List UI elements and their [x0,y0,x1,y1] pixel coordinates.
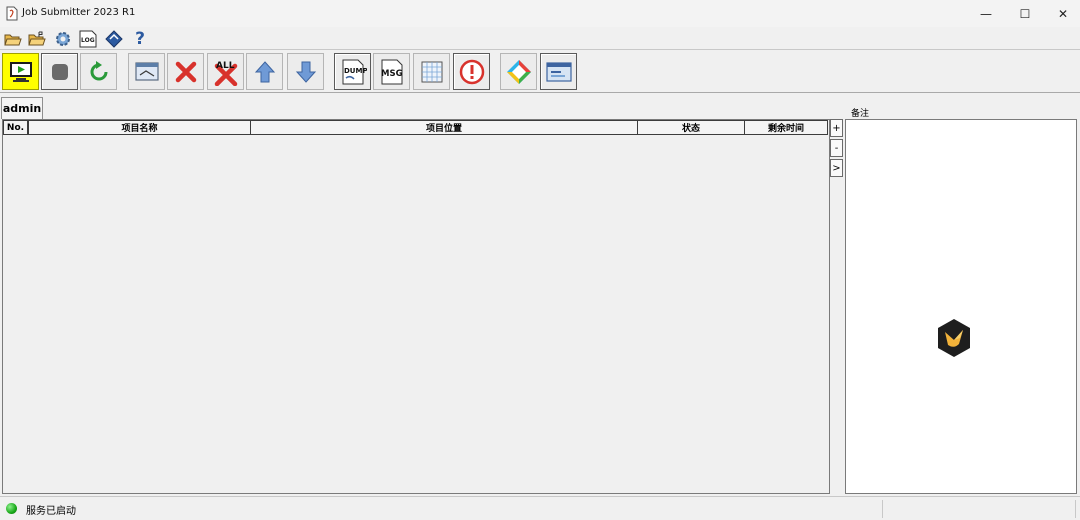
remove-button[interactable]: - [830,139,843,157]
delete-all-icon: ALL [214,61,237,86]
status-divider [1075,500,1076,518]
dump-file-icon: DUMP [342,59,367,84]
column-header-no[interactable]: No. [3,120,28,135]
column-header-status[interactable]: 状态 [637,120,745,135]
notes-panel[interactable] [845,119,1077,494]
tab-admin[interactable]: admin [1,97,43,119]
move-up-button[interactable] [246,53,283,90]
column-header-remaining-time[interactable]: 剩余时间 [744,120,828,135]
bird-logo-icon [938,319,970,357]
svg-text:DUMP: DUMP [344,67,367,75]
license-card-icon [545,61,572,82]
run-button[interactable] [2,53,39,90]
alert-circle-icon [459,59,484,84]
close-button[interactable]: ✕ [1044,0,1080,27]
log-icon[interactable]: LOG [78,29,98,49]
maximize-button[interactable]: ☐ [1006,0,1044,27]
status-indicator-icon [6,503,17,514]
open-folder-icon[interactable] [3,29,23,49]
edit-window-button[interactable] [128,53,165,90]
refresh-icon [90,60,107,80]
arrow-up-icon [254,60,275,82]
column-header-project-location[interactable]: 项目位置 [250,120,638,135]
status-bar: 服务已启动 [0,496,1080,520]
main-toolbar: ALL DUMP MSG [0,51,1080,93]
alert-button[interactable] [453,53,490,90]
stop-icon [51,63,68,80]
table-view-button[interactable] [413,53,450,90]
stop-button[interactable] [41,53,78,90]
grid-table-icon [421,61,442,82]
svg-text:MSG: MSG [381,69,403,79]
add-button[interactable]: + [830,119,843,137]
notes-label: 备注 [851,109,870,119]
job-table: No. 项目名称 项目位置 状态 剩余时间 [2,119,830,494]
app-document-icon [6,6,18,21]
expand-button[interactable]: > [830,159,843,177]
delete-button[interactable] [167,53,204,90]
delete-x-icon [175,61,196,82]
msg-button[interactable]: MSG [373,53,410,90]
menu-icon-bar: LOG ? [0,28,1080,50]
msg-file-icon: MSG [381,59,403,84]
delete-all-button[interactable]: ALL [207,53,244,90]
arrow-down-icon [295,61,316,83]
move-down-button[interactable] [287,53,324,90]
svg-text:LOG: LOG [81,37,95,44]
dump-button[interactable]: DUMP [334,53,371,90]
column-header-project-name[interactable]: 项目名称 [28,120,251,135]
svg-text:ALL: ALL [216,61,235,71]
help-book-icon[interactable] [104,29,124,49]
refresh-button[interactable] [80,53,117,90]
question-icon[interactable]: ? [130,29,150,49]
minimize-button[interactable]: — [967,0,1005,27]
table-header: No. 项目名称 项目位置 状态 剩余时间 [3,120,829,135]
color-tool-button[interactable] [500,53,537,90]
license-button[interactable] [540,53,577,90]
status-text: 服务已启动 [26,506,76,517]
colored-diamond-icon [506,59,531,84]
monitor-play-icon [9,61,32,82]
window-edit-icon [134,61,159,81]
title-bar: Job Submitter 2023 R1 — ☐ ✕ [0,0,1080,27]
open-recent-folder-icon[interactable] [27,29,47,49]
status-divider [882,500,883,518]
settings-gear-icon[interactable] [53,29,73,49]
window-title: Job Submitter 2023 R1 [22,7,136,18]
